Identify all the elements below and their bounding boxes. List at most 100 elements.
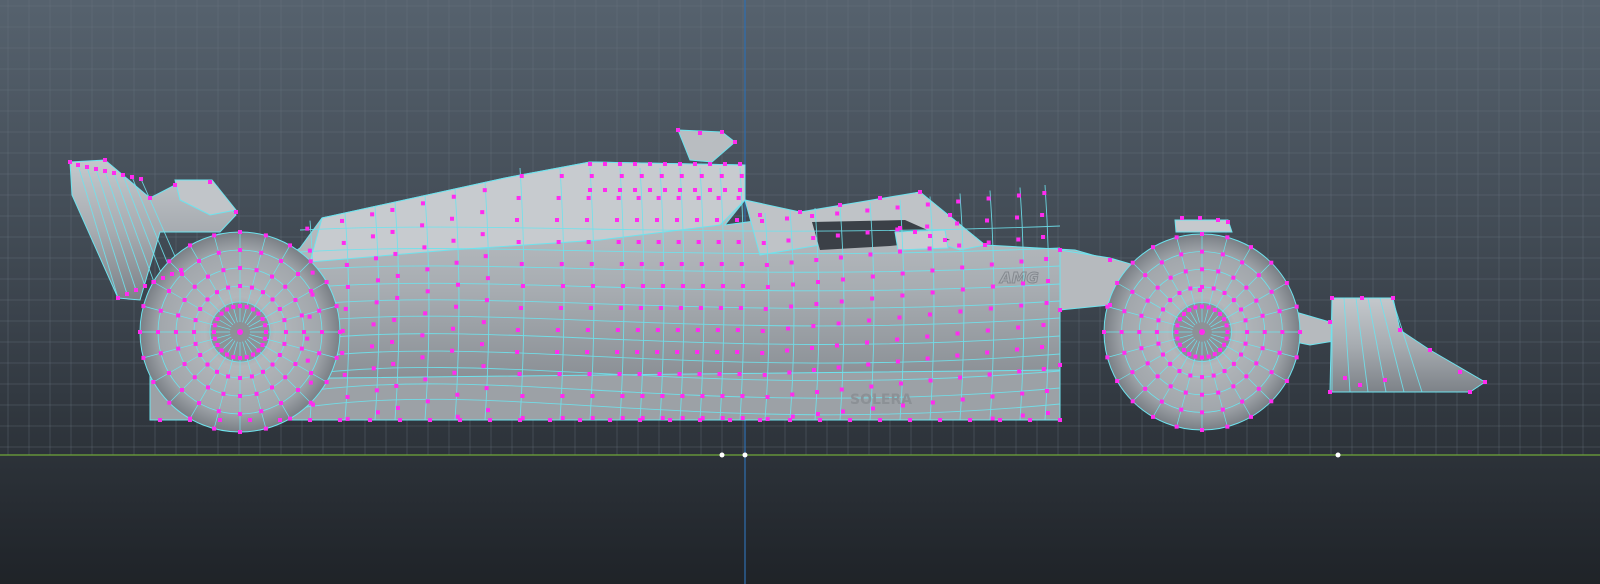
mesh-vertex[interactable] (278, 418, 282, 422)
mesh-vertex[interactable] (1294, 304, 1299, 309)
mesh-vertex[interactable] (1045, 411, 1050, 415)
mesh-vertex[interactable] (618, 162, 622, 166)
mesh-vertex[interactable] (85, 165, 89, 169)
mesh-vertex[interactable] (166, 289, 171, 293)
mesh-vertex[interactable] (838, 255, 843, 260)
mesh-vertex[interactable] (338, 418, 342, 422)
mesh-vertex[interactable] (248, 418, 252, 422)
mesh-vertex[interactable] (216, 250, 221, 255)
mesh-vertex[interactable] (309, 371, 314, 375)
mesh-vertex[interactable] (740, 284, 745, 288)
mesh-vertex[interactable] (1358, 383, 1362, 387)
mesh-vertex[interactable] (206, 274, 210, 279)
mesh-vertex[interactable] (238, 266, 242, 270)
mesh-vertex[interactable] (342, 372, 347, 377)
mesh-vertex[interactable] (226, 285, 231, 290)
mesh-vertex[interactable] (515, 328, 520, 332)
mesh-vertex[interactable] (307, 248, 312, 253)
mesh-vertex[interactable] (182, 298, 187, 302)
mesh-vertex[interactable] (1244, 374, 1249, 379)
mesh-vertex[interactable] (1231, 361, 1236, 366)
mesh-vertex[interactable] (1200, 410, 1204, 415)
mesh-vertex[interactable] (425, 289, 430, 294)
mesh-vertex[interactable] (1168, 361, 1173, 366)
mesh-vertex[interactable] (193, 318, 198, 323)
mesh-vertex[interactable] (676, 240, 681, 244)
mesh-vertex[interactable] (620, 284, 625, 288)
mesh-vertex[interactable] (1130, 399, 1135, 404)
mesh-vertex[interactable] (1254, 298, 1259, 303)
mesh-vertex[interactable] (309, 289, 314, 293)
mesh-vertex[interactable] (1200, 392, 1204, 397)
mesh-vertex[interactable] (219, 348, 224, 353)
mesh-vertex[interactable] (308, 380, 313, 385)
mesh-vertex[interactable] (735, 350, 740, 354)
mesh-vertex[interactable] (840, 277, 845, 282)
mesh-vertex[interactable] (482, 188, 487, 193)
mesh-vertex[interactable] (990, 394, 995, 399)
mesh-vertex[interactable] (1016, 193, 1021, 198)
mesh-vertex[interactable] (615, 350, 620, 354)
mesh-vertex[interactable] (735, 328, 740, 332)
mesh-vertex[interactable] (656, 240, 661, 244)
mesh-vertex[interactable] (655, 328, 660, 332)
mesh-vertex[interactable] (221, 391, 226, 396)
mesh-vertex[interactable] (765, 395, 770, 399)
mesh-vertex[interactable] (657, 372, 662, 376)
mesh-vertex[interactable] (1231, 275, 1236, 280)
mesh-vertex[interactable] (212, 323, 217, 328)
mesh-vertex[interactable] (1177, 290, 1182, 295)
mesh-vertex[interactable] (212, 330, 216, 334)
mesh-vertex[interactable] (588, 306, 593, 310)
mesh-vertex[interactable] (1160, 307, 1165, 312)
mesh-vertex[interactable] (586, 240, 591, 244)
mesh-vertex[interactable] (948, 213, 952, 217)
mesh-vertex[interactable] (483, 254, 488, 259)
mesh-vertex[interactable] (735, 218, 739, 222)
mesh-vertex[interactable] (216, 409, 221, 414)
mesh-vertex[interactable] (1044, 389, 1049, 393)
mesh-vertex[interactable] (518, 418, 522, 422)
mesh-vertex[interactable] (283, 375, 288, 380)
mesh-vertex[interactable] (277, 353, 282, 357)
mesh-vertex[interactable] (1231, 298, 1236, 303)
mesh-vertex[interactable] (1168, 275, 1173, 280)
mesh-vertex[interactable] (480, 232, 485, 237)
mesh-vertex[interactable] (1151, 414, 1155, 419)
mesh-vertex[interactable] (256, 311, 261, 316)
mesh-vertex[interactable] (226, 374, 231, 379)
mesh-vertex[interactable] (608, 418, 612, 422)
mesh-vertex[interactable] (955, 221, 960, 226)
mesh-vertex[interactable] (958, 375, 963, 380)
mesh-vertex[interactable] (251, 352, 255, 357)
mesh-vertex[interactable] (263, 233, 268, 238)
mesh-vertex[interactable] (680, 394, 685, 398)
mesh-vertex[interactable] (810, 346, 815, 350)
mesh-vertex[interactable] (739, 174, 744, 178)
mesh-vertex[interactable] (1041, 367, 1046, 371)
mesh-vertex[interactable] (957, 243, 962, 248)
mesh-vertex[interactable] (370, 234, 375, 239)
mesh-vertex[interactable] (279, 258, 283, 263)
mesh-vertex[interactable] (1017, 369, 1022, 374)
mesh-vertex[interactable] (167, 400, 172, 405)
mesh-vertex[interactable] (848, 418, 852, 422)
mesh-vertex[interactable] (758, 418, 762, 422)
mesh-vertex[interactable] (658, 306, 663, 310)
mesh-vertex[interactable] (556, 240, 561, 244)
mesh-vertex[interactable] (659, 174, 664, 178)
mesh-vertex[interactable] (559, 174, 564, 178)
mesh-vertex[interactable] (715, 328, 720, 332)
mesh-vertex[interactable] (305, 336, 310, 341)
mesh-vertex[interactable] (422, 245, 427, 250)
mesh-vertex[interactable] (790, 414, 795, 419)
mesh-vertex[interactable] (1108, 258, 1112, 262)
mesh-vertex[interactable] (1240, 399, 1245, 404)
mesh-vertex[interactable] (520, 394, 525, 398)
mesh-vertex[interactable] (1468, 390, 1472, 394)
mesh-vertex[interactable] (786, 326, 791, 331)
mesh-vertex[interactable] (1206, 305, 1211, 310)
mesh-vertex[interactable] (334, 355, 339, 360)
mesh-vertex[interactable] (158, 308, 163, 313)
mesh-vertex[interactable] (733, 140, 737, 144)
